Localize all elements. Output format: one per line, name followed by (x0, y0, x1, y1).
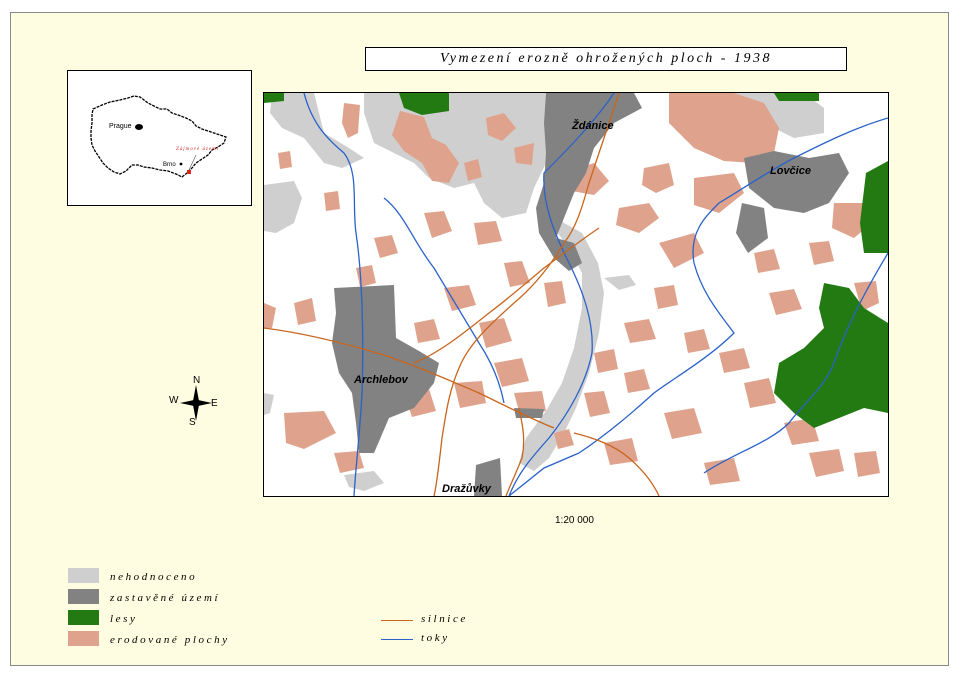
main-map[interactable]: Ždánice Lovčice Archlebov Dražůvky (263, 92, 889, 497)
legend-item-streams: toky (381, 631, 521, 647)
label-zdanice: Ždánice (571, 119, 614, 132)
prague-marker (135, 124, 143, 130)
legend-line-roads (381, 620, 413, 621)
map-title: Vymezení erozně ohrožených ploch - 1938 (365, 47, 847, 71)
legend-label-built-up: zastavěné území (110, 592, 221, 604)
locator-inset: Prague Brno Zájmové území (67, 70, 252, 206)
compass-s: S (189, 417, 196, 428)
legend-label-unevaluated: nehodnoceno (110, 571, 198, 583)
legend-item-roads: silnice (381, 612, 521, 628)
inset-prague-label: Prague (109, 123, 132, 130)
brno-marker (179, 162, 183, 166)
czech-border (90, 95, 227, 178)
study-area-marker (187, 170, 191, 174)
compass-n: N (193, 375, 201, 386)
legend-swatch-forest (68, 610, 99, 625)
compass-e: E (211, 398, 218, 409)
label-archlebov: Archlebov (353, 374, 409, 386)
legend-swatch-built-up (68, 589, 99, 604)
legend-item-forest: lesy (68, 610, 328, 628)
inset-area-label: Zájmové území (176, 147, 219, 152)
scale-text: 1:20 000 (555, 515, 594, 526)
label-lovcice: Lovčice (770, 165, 811, 177)
compass-w: W (169, 395, 179, 406)
inset-brno-label: Brno (163, 162, 176, 168)
legend-label-streams: toky (421, 632, 450, 644)
legend-item-unevaluated: nehodnoceno (68, 568, 328, 586)
north-arrow: N S E W (168, 375, 224, 429)
legend-item-eroded: erodované plochy (68, 631, 328, 649)
legend-line-streams (381, 639, 413, 640)
legend-label-eroded: erodované plochy (110, 634, 230, 646)
czech-outline-map: Prague Brno Zájmové území (90, 95, 227, 178)
legend-label-roads: silnice (421, 613, 468, 625)
map-canvas: Ždánice Lovčice Archlebov Dražůvky (264, 93, 888, 496)
legend-swatch-eroded (68, 631, 99, 646)
legend-item-built-up: zastavěné území (68, 589, 328, 607)
label-drazuvky: Dražůvky (442, 483, 492, 495)
legend-label-forest: lesy (110, 613, 138, 625)
legend-swatch-unevaluated (68, 568, 99, 583)
